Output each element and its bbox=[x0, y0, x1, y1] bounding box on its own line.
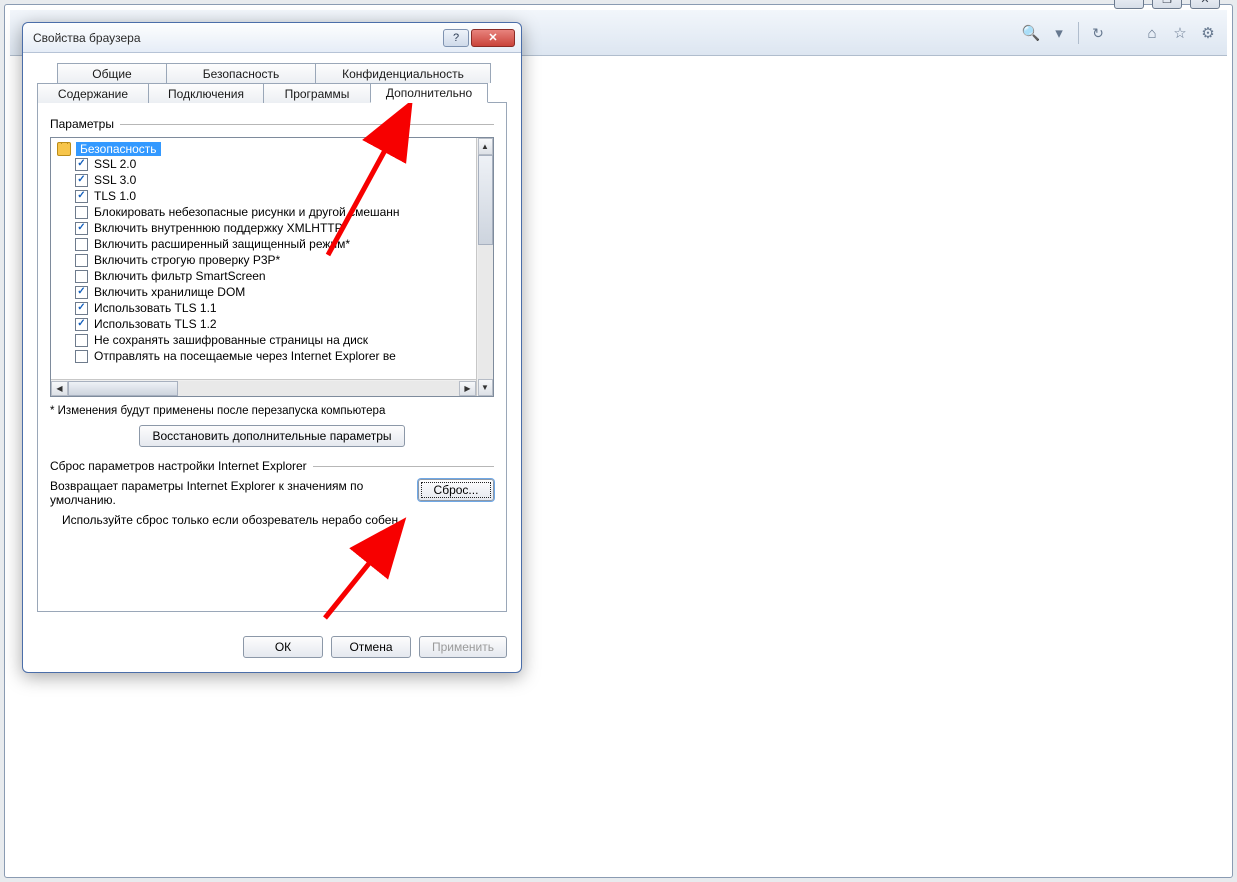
setting-label: SSL 2.0 bbox=[94, 157, 136, 171]
setting-item[interactable]: Включить строгую проверку P3P* bbox=[57, 252, 473, 268]
setting-checkbox[interactable] bbox=[75, 350, 88, 363]
setting-item[interactable]: Использовать TLS 1.1 bbox=[57, 300, 473, 316]
tab-privacy[interactable]: Конфиденциальность bbox=[315, 63, 491, 83]
category-security[interactable]: Безопасность bbox=[76, 142, 161, 156]
setting-checkbox[interactable] bbox=[75, 222, 88, 235]
setting-item[interactable]: Включить фильтр SmartScreen bbox=[57, 268, 473, 284]
home-icon[interactable]: ⌂ bbox=[1143, 24, 1161, 42]
search-dropdown-icon[interactable]: ▾ bbox=[1050, 24, 1068, 42]
settings-tree[interactable]: Безопасность SSL 2.0 SSL 3.0 TLS 1.0 Блокир… bbox=[50, 137, 494, 397]
setting-label: Не сохранять зашифрованные страницы на д… bbox=[94, 333, 368, 347]
scroll-thumb[interactable] bbox=[478, 155, 493, 245]
setting-checkbox[interactable] bbox=[75, 190, 88, 203]
setting-checkbox[interactable] bbox=[75, 238, 88, 251]
dialog-titlebar[interactable]: Свойства браузера ? ✕ bbox=[23, 23, 521, 53]
setting-item[interactable]: SSL 3.0 bbox=[57, 172, 473, 188]
parameters-group-label: Параметры bbox=[50, 117, 494, 131]
reset-description: Возвращает параметры Internet Explorer к… bbox=[50, 479, 408, 507]
setting-label: Использовать TLS 1.2 bbox=[94, 317, 217, 331]
setting-item[interactable]: Отправлять на посещаемые через Internet … bbox=[57, 348, 473, 364]
tab-security[interactable]: Безопасность bbox=[166, 63, 316, 83]
reset-button[interactable]: Сброс... bbox=[418, 479, 494, 501]
dialog-help-button[interactable]: ? bbox=[443, 29, 469, 47]
scroll-down-button[interactable]: ▼ bbox=[478, 379, 493, 396]
setting-checkbox[interactable] bbox=[75, 270, 88, 283]
setting-item[interactable]: Не сохранять зашифрованные страницы на д… bbox=[57, 332, 473, 348]
tab-programs[interactable]: Программы bbox=[263, 83, 371, 103]
tools-icon[interactable]: ⚙ bbox=[1199, 24, 1217, 42]
setting-item[interactable]: TLS 1.0 bbox=[57, 188, 473, 204]
setting-checkbox[interactable] bbox=[75, 286, 88, 299]
setting-label: Включить хранилище DOM bbox=[94, 285, 245, 299]
setting-checkbox[interactable] bbox=[75, 254, 88, 267]
setting-item[interactable]: Включить внутреннюю поддержку XMLHTTP bbox=[57, 220, 473, 236]
vertical-scrollbar[interactable]: ▲ ▼ bbox=[476, 138, 493, 396]
setting-label: Включить строгую проверку P3P* bbox=[94, 253, 280, 267]
scroll-track[interactable] bbox=[478, 155, 493, 379]
apply-button[interactable]: Применить bbox=[419, 636, 507, 658]
hscroll-track[interactable] bbox=[68, 381, 459, 396]
setting-checkbox[interactable] bbox=[75, 302, 88, 315]
tab-advanced[interactable]: Дополнительно bbox=[370, 83, 488, 103]
toolbar-separator bbox=[1078, 22, 1079, 44]
lock-icon bbox=[57, 142, 71, 156]
search-icon[interactable]: 🔍 bbox=[1022, 24, 1040, 42]
internet-options-dialog: Свойства браузера ? ✕ Общие Безопасность… bbox=[22, 22, 522, 673]
setting-label: Включить фильтр SmartScreen bbox=[94, 269, 266, 283]
setting-label: SSL 3.0 bbox=[94, 173, 136, 187]
window-minimize-button[interactable]: — bbox=[1114, 0, 1144, 9]
setting-item[interactable]: Блокировать небезопасные рисунки и друго… bbox=[57, 204, 473, 220]
window-close-button[interactable]: ✕ bbox=[1190, 0, 1220, 9]
cancel-button[interactable]: Отмена bbox=[331, 636, 411, 658]
horizontal-scrollbar[interactable]: ◀ ▶ bbox=[51, 379, 476, 396]
tab-content[interactable]: Содержание bbox=[37, 83, 149, 103]
favorites-icon[interactable]: ☆ bbox=[1171, 24, 1189, 42]
setting-item[interactable]: Использовать TLS 1.2 bbox=[57, 316, 473, 332]
dialog-title: Свойства браузера bbox=[33, 31, 443, 45]
tab-general[interactable]: Общие bbox=[57, 63, 167, 83]
setting-label: Включить расширенный защищенный режим* bbox=[94, 237, 350, 251]
setting-label: Отправлять на посещаемые через Internet … bbox=[94, 349, 396, 363]
setting-item[interactable]: Включить хранилище DOM bbox=[57, 284, 473, 300]
reset-group-label: Сброс параметров настройки Internet Expl… bbox=[50, 459, 494, 473]
refresh-icon[interactable]: ↻ bbox=[1089, 24, 1107, 42]
setting-item[interactable]: SSL 2.0 bbox=[57, 156, 473, 172]
tab-connections[interactable]: Подключения bbox=[148, 83, 264, 103]
restore-advanced-button[interactable]: Восстановить дополнительные параметры bbox=[139, 425, 404, 447]
setting-checkbox[interactable] bbox=[75, 158, 88, 171]
window-maximize-button[interactable]: ❐ bbox=[1152, 0, 1182, 9]
restart-note: * Изменения будут применены после переза… bbox=[50, 405, 494, 417]
dialog-button-row: ОК Отмена Применить bbox=[23, 626, 521, 672]
setting-item[interactable]: Включить расширенный защищенный режим* bbox=[57, 236, 473, 252]
setting-label: Включить внутреннюю поддержку XMLHTTP bbox=[94, 221, 343, 235]
scroll-right-button[interactable]: ▶ bbox=[459, 381, 476, 396]
dialog-close-button[interactable]: ✕ bbox=[471, 29, 515, 47]
setting-checkbox[interactable] bbox=[75, 334, 88, 347]
scroll-up-button[interactable]: ▲ bbox=[478, 138, 493, 155]
setting-checkbox[interactable] bbox=[75, 318, 88, 331]
advanced-tab-panel: Параметры Безопасность SSL 2.0 SSL 3.0 TLS… bbox=[37, 102, 507, 612]
ok-button[interactable]: ОК bbox=[243, 636, 323, 658]
reset-note: Используйте сброс только если обозревате… bbox=[62, 513, 494, 527]
setting-label: Использовать TLS 1.1 bbox=[94, 301, 217, 315]
setting-checkbox[interactable] bbox=[75, 206, 88, 219]
scroll-left-button[interactable]: ◀ bbox=[51, 381, 68, 396]
setting-checkbox[interactable] bbox=[75, 174, 88, 187]
reset-group-text: Сброс параметров настройки Internet Expl… bbox=[50, 459, 307, 473]
tabs-container: Общие Безопасность Конфиденциальность Со… bbox=[37, 63, 507, 612]
hscroll-thumb[interactable] bbox=[68, 381, 178, 396]
setting-label: TLS 1.0 bbox=[94, 189, 136, 203]
parameters-label-text: Параметры bbox=[50, 117, 114, 131]
setting-label: Блокировать небезопасные рисунки и друго… bbox=[94, 205, 400, 219]
